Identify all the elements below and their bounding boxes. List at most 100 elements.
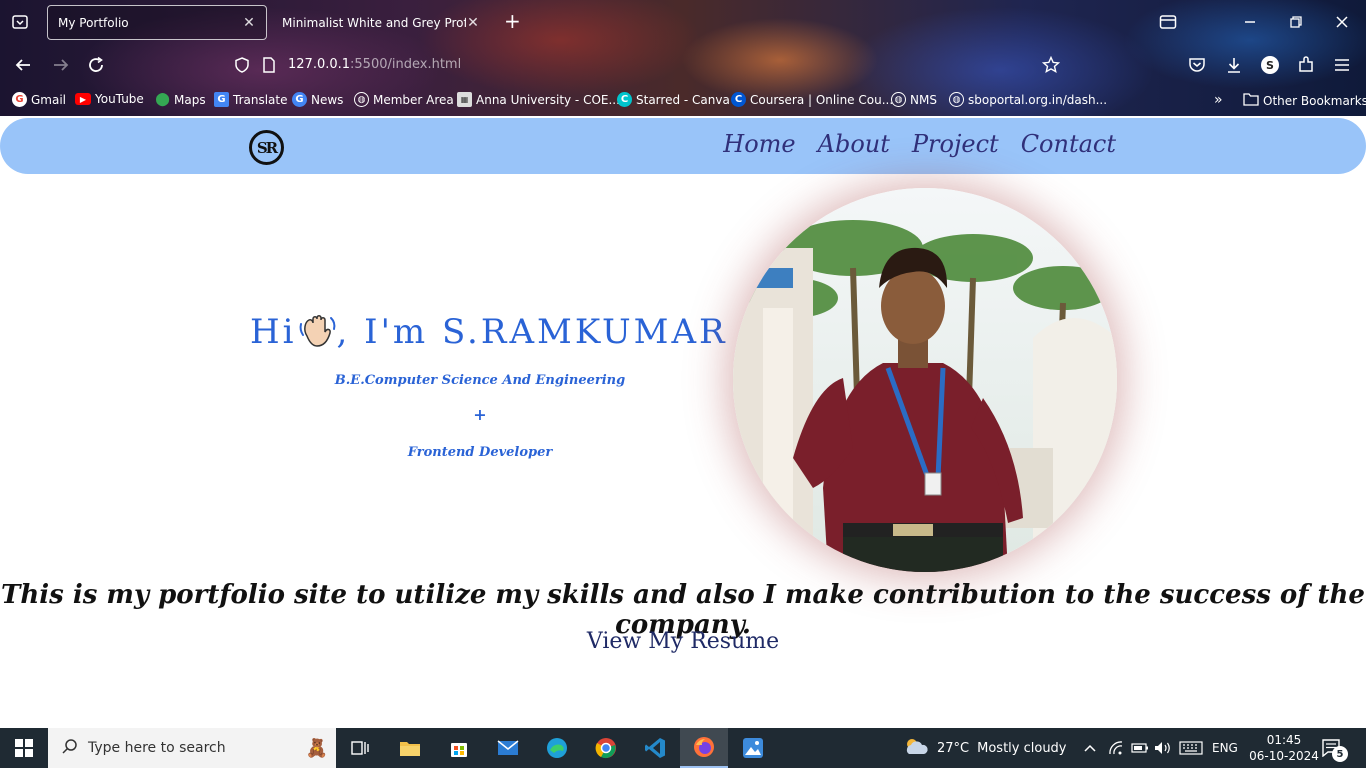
search-icon xyxy=(62,738,78,758)
photos-icon[interactable] xyxy=(729,728,777,768)
shield-icon[interactable] xyxy=(234,57,250,77)
weather-condition: Mostly cloudy xyxy=(977,740,1067,756)
profile-avatar[interactable]: S xyxy=(1259,54,1281,76)
coursera-icon: C xyxy=(731,92,746,107)
battery-icon[interactable] xyxy=(1131,728,1149,768)
clock-date: 06-10-2024 xyxy=(1249,749,1319,763)
bookmark-news[interactable]: G News xyxy=(292,92,343,107)
notification-center-icon[interactable]: 5 xyxy=(1322,728,1348,768)
cloud-icon xyxy=(903,737,929,759)
extensions-icon[interactable] xyxy=(1295,54,1317,76)
other-bookmarks[interactable]: Other Bookmarks xyxy=(1243,92,1366,109)
reload-icon[interactable] xyxy=(85,54,107,76)
clock[interactable]: 01:45 06-10-2024 xyxy=(1248,728,1320,768)
nav-link-project[interactable]: Project xyxy=(912,130,999,158)
youtube-icon: ▶ xyxy=(75,93,91,105)
volume-icon[interactable] xyxy=(1154,728,1172,768)
bookmark-canva[interactable]: C Starred - Canva xyxy=(617,92,730,107)
bookmark-label: Gmail xyxy=(31,92,67,107)
chrome-icon[interactable] xyxy=(582,728,630,768)
weather-widget[interactable]: 27°C Mostly cloudy xyxy=(903,728,1067,768)
hero-greeting: Hi , I'm S.RAMKUMAR xyxy=(250,312,728,352)
bookmark-label: Anna University - COE... xyxy=(476,92,620,107)
bookmark-coursera[interactable]: C Coursera | Online Cou... xyxy=(731,92,893,107)
navigation-bar: 127.0.0.1:5500/index.html S xyxy=(0,44,1366,86)
news-icon: G xyxy=(292,92,307,107)
firefox-icon[interactable] xyxy=(680,728,728,768)
mail-icon[interactable] xyxy=(484,728,532,768)
task-view-icon[interactable] xyxy=(336,728,384,768)
tab-groups-icon[interactable] xyxy=(1158,12,1178,32)
role-text: Frontend Developer xyxy=(407,445,553,460)
close-tab-icon[interactable]: ✕ xyxy=(466,15,480,31)
bookmark-label: sboportal.org.in/dash... xyxy=(968,92,1108,107)
bookmarks-bar: G Gmail ▶ YouTube ⬤ Maps G Translate G N… xyxy=(0,86,1366,114)
forward-icon[interactable] xyxy=(50,54,72,76)
bookmark-maps[interactable]: ⬤ Maps xyxy=(155,92,206,107)
bookmark-label: Maps xyxy=(174,92,206,107)
nav-link-contact[interactable]: Contact xyxy=(1021,130,1116,158)
bookmark-sboportal[interactable]: ◍ sboportal.org.in/dash... xyxy=(949,92,1107,107)
notification-badge: 5 xyxy=(1332,746,1348,762)
close-window-icon[interactable] xyxy=(1332,12,1352,32)
site-nav-links: Home About Project Contact xyxy=(723,130,1116,158)
search-highlight-icon: 🧸 xyxy=(305,737,328,759)
waving-hand-icon xyxy=(297,310,337,350)
bookmark-gmail[interactable]: G Gmail xyxy=(12,92,66,107)
restore-icon[interactable] xyxy=(1286,12,1306,32)
close-tab-icon[interactable]: ✕ xyxy=(242,15,256,31)
folder-icon xyxy=(1243,92,1259,109)
nav-link-home[interactable]: Home xyxy=(723,130,795,158)
tab-my-portfolio[interactable]: My Portfolio ✕ xyxy=(47,5,267,40)
menu-icon[interactable] xyxy=(1331,54,1353,76)
show-hidden-icons[interactable] xyxy=(1084,728,1096,768)
bookmark-translate[interactable]: G Translate xyxy=(214,92,288,107)
bookmark-label: Translate xyxy=(233,92,288,107)
globe-icon: ◍ xyxy=(354,92,369,107)
start-button[interactable] xyxy=(0,728,48,768)
keyboard-icon[interactable] xyxy=(1179,728,1203,768)
bookmark-nms[interactable]: ◍ NMS xyxy=(891,92,937,107)
language-indicator[interactable]: ENG xyxy=(1212,728,1238,768)
pocket-icon[interactable] xyxy=(1186,54,1208,76)
more-bookmarks-icon[interactable]: » xyxy=(1214,92,1223,108)
back-icon[interactable] xyxy=(12,54,34,76)
page-icon xyxy=(262,57,276,77)
bookmark-member-area[interactable]: ◍ Member Area xyxy=(354,92,454,107)
bookmark-star-icon[interactable] xyxy=(1041,55,1061,78)
other-bookmarks-label: Other Bookmarks xyxy=(1263,93,1366,108)
minimize-icon[interactable] xyxy=(1240,12,1260,32)
network-icon[interactable] xyxy=(1108,728,1124,768)
globe-icon: ◍ xyxy=(891,92,906,107)
tab-title: Minimalist White and Grey Professi xyxy=(282,15,466,30)
url-bar[interactable]: 127.0.0.1:5500/index.html xyxy=(226,48,1086,82)
vscode-icon[interactable] xyxy=(631,728,679,768)
bookmark-label: Starred - Canva xyxy=(636,92,730,107)
windows-taskbar: Type here to search 🧸 27°C Mostly cloudy xyxy=(0,728,1366,768)
bookmark-label: News xyxy=(311,92,344,107)
taskbar-search[interactable]: Type here to search 🧸 xyxy=(48,728,336,768)
profile-initial: S xyxy=(1261,56,1279,74)
store-icon[interactable] xyxy=(435,728,483,768)
maps-icon: ⬤ xyxy=(155,92,170,107)
bookmark-label: NMS xyxy=(910,92,937,107)
windows-logo-icon xyxy=(15,739,33,757)
url-text[interactable]: 127.0.0.1:5500/index.html xyxy=(288,57,461,72)
file-explorer-icon[interactable] xyxy=(386,728,434,768)
tab-minimalist[interactable]: Minimalist White and Grey Professi ✕ xyxy=(272,5,490,40)
weather-temp: 27°C xyxy=(937,740,970,756)
bookmark-anna-university[interactable]: ▦ Anna University - COE... xyxy=(457,92,620,107)
nav-link-about[interactable]: About xyxy=(818,130,890,158)
download-icon[interactable] xyxy=(1223,54,1245,76)
edge-icon[interactable] xyxy=(533,728,581,768)
site-logo[interactable]: SR xyxy=(249,130,284,165)
greeting-hi: Hi xyxy=(250,312,297,352)
new-tab-icon[interactable]: + xyxy=(504,11,521,31)
web-page: SR Home About Project Contact Hi , I'm S… xyxy=(0,116,1366,728)
tab-strip: My Portfolio ✕ Minimalist White and Grey… xyxy=(0,0,1366,44)
translate-icon: G xyxy=(214,92,229,107)
tab-list-icon[interactable] xyxy=(10,12,30,32)
bookmark-youtube[interactable]: ▶ YouTube xyxy=(75,92,144,106)
view-resume-link[interactable]: View My Resume xyxy=(0,629,1366,654)
tab-title: My Portfolio xyxy=(58,15,129,30)
